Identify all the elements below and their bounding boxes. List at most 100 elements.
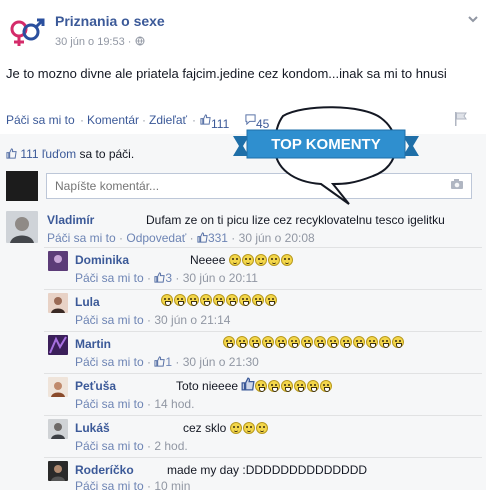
comment-text-content: Toto nieeee [176, 379, 239, 393]
meta-separator: · [127, 36, 132, 48]
laughing-emoji-icon [239, 294, 251, 306]
laughing-emoji-icon [307, 380, 320, 392]
comment-author[interactable]: Roderíčko [75, 463, 134, 477]
page-logo-icon[interactable] [6, 12, 46, 52]
comment-text: Dufam ze on ti picu lize cez recyklovate… [146, 213, 445, 227]
comment-time[interactable]: 30 jún o 21:14 [154, 313, 230, 327]
comment-author[interactable]: Lula [75, 295, 100, 309]
likes-summary: 111 ľuďom sa to páči. [6, 147, 134, 161]
action-separator: · [192, 113, 196, 127]
smiley-emoji-icon [229, 422, 242, 434]
divider [44, 415, 482, 416]
likes-count-link[interactable]: 111 ľuďom [20, 147, 76, 161]
smiley-emoji-icon [267, 254, 280, 266]
avatar[interactable] [48, 461, 68, 481]
chevron-down-icon[interactable] [466, 12, 480, 26]
page-name-link[interactable]: Priznania o sexe [55, 13, 165, 29]
like-button[interactable]: Páči sa mi to [6, 113, 75, 127]
thumbs-up-icon [200, 114, 211, 125]
comment-meta: Páči sa mi to · Odpovedať · 331 · 30 jún… [47, 231, 315, 245]
camera-icon[interactable] [450, 178, 464, 190]
smiley-emoji-icon [241, 254, 254, 266]
comment-author[interactable]: Martin [75, 337, 111, 351]
avatar[interactable] [48, 293, 68, 313]
laughing-emoji-icon [200, 294, 212, 306]
laughing-emoji-icon [353, 336, 365, 348]
laughing-emoji-icon [288, 336, 300, 348]
reply-item: Roderíčko made my day :DDDDDDDDDDDDDD Pá… [48, 461, 482, 490]
comment-time[interactable]: 10 min [154, 479, 190, 490]
laughing-emoji-icon [314, 336, 326, 348]
smiley-emoji-icon [255, 422, 268, 434]
comment-like-button[interactable]: Páči sa mi to [47, 231, 116, 245]
laughing-emoji-icon [265, 294, 277, 306]
emoji-row [228, 253, 294, 267]
reply-item: Dominika Neeee Páči sa mi to · 3 · 30 jú… [48, 251, 482, 287]
banner-label: TOP KOMENTY [271, 136, 380, 153]
top-comments-banner: TOP KOMENTY [233, 106, 419, 205]
comment-author[interactable]: Peťuša [75, 379, 116, 393]
laughing-emoji-icon [223, 336, 235, 348]
thumbs-up-icon [6, 148, 17, 159]
emoji-row [255, 379, 333, 393]
comment-like-count[interactable]: 1 [165, 355, 172, 369]
avatar[interactable] [48, 377, 68, 397]
comment-text [223, 335, 405, 349]
comment-text-content: cez sklo [183, 421, 227, 435]
comment-meta: Páči sa mi to · 2 hod. [75, 439, 188, 453]
reply-item: Peťuša Toto nieeee Páči sa mi to · 14 ho… [48, 377, 482, 413]
comment-like-button[interactable]: Páči sa mi to [75, 479, 144, 490]
flag-icon[interactable] [454, 111, 468, 127]
smiley-emoji-icon [228, 254, 241, 266]
comment-button[interactable]: Komentár [87, 113, 139, 127]
laughing-emoji-icon [379, 336, 391, 348]
avatar [6, 171, 38, 201]
thumbs-up-icon [241, 377, 255, 391]
comment-like-button[interactable]: Páči sa mi to [75, 271, 144, 285]
laughing-emoji-icon [252, 294, 264, 306]
emoji-row [229, 421, 269, 435]
comment-author[interactable]: Lukáš [75, 421, 110, 435]
laughing-emoji-icon [366, 336, 378, 348]
comment-text: made my day :DDDDDDDDDDDDDD [167, 463, 368, 477]
avatar[interactable] [48, 251, 68, 271]
comment-like-count[interactable]: 3 [165, 271, 172, 285]
comment-like-count[interactable]: 331 [208, 231, 228, 245]
thumbs-up-icon [197, 232, 208, 243]
comment-text: cez sklo [183, 421, 269, 435]
comment-time[interactable]: 30 jún o 20:08 [239, 231, 315, 245]
laughing-emoji-icon [236, 336, 248, 348]
divider [44, 289, 482, 290]
laughing-emoji-icon [294, 380, 307, 392]
comment-like-button[interactable]: Páči sa mi to [75, 439, 144, 453]
comment-time[interactable]: 30 jún o 21:30 [183, 355, 259, 369]
thumbs-up-icon [154, 356, 166, 367]
comment-author[interactable]: Dominika [75, 253, 129, 267]
avatar[interactable] [48, 419, 68, 439]
laughing-emoji-icon [213, 294, 225, 306]
comment-reply-button[interactable]: Odpovedať [126, 231, 186, 245]
emoji-row [223, 335, 405, 349]
comment-author[interactable]: Vladimír [47, 213, 94, 227]
comment-like-button[interactable]: Páči sa mi to [75, 313, 144, 327]
divider [44, 457, 482, 458]
comment-time[interactable]: 30 jún o 20:11 [183, 271, 258, 285]
thumbs-up-icon [154, 272, 166, 283]
reply-item: Lukáš cez sklo Páči sa mi to · 2 hod. [48, 419, 482, 455]
laughing-emoji-icon [392, 336, 404, 348]
divider [44, 247, 482, 248]
comment-meta: Páči sa mi to · 14 hod. [75, 397, 195, 411]
avatar[interactable] [6, 211, 38, 243]
smiley-emoji-icon [280, 254, 293, 266]
like-count-link[interactable]: 111 [200, 113, 229, 131]
laughing-emoji-icon [301, 336, 313, 348]
comment-time[interactable]: 14 hod. [154, 397, 194, 411]
action-separator: · [80, 113, 84, 127]
post-date[interactable]: 30 jún o 19:53 [55, 36, 125, 48]
comment-like-button[interactable]: Páči sa mi to [75, 355, 144, 369]
share-button[interactable]: Zdieľať [149, 113, 187, 127]
laughing-emoji-icon [340, 336, 352, 348]
comment-time[interactable]: 2 hod. [154, 439, 187, 453]
comment-like-button[interactable]: Páči sa mi to [75, 397, 144, 411]
avatar[interactable] [48, 335, 68, 355]
